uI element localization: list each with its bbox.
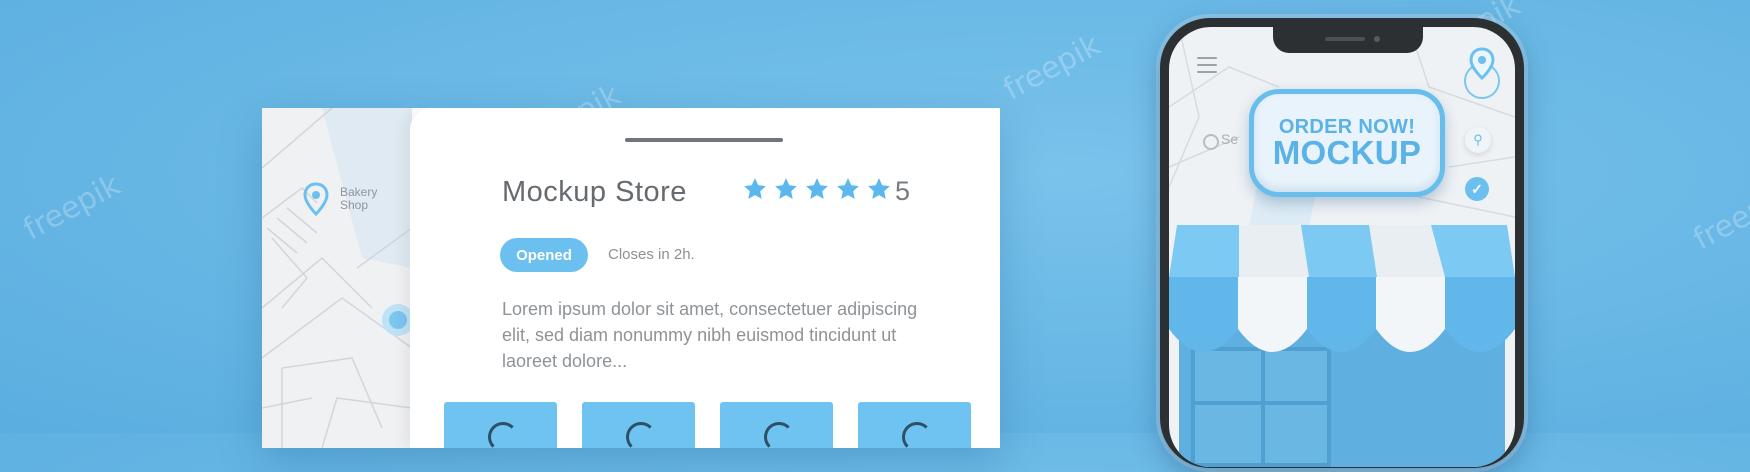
store-description: Lorem ipsum dolor sit amet, consectetuer…	[502, 299, 918, 371]
action-tile[interactable]	[858, 402, 971, 448]
store-details-panel: Mockup Store 5 Opened Closes in 2h. Lore…	[410, 108, 1000, 448]
star-icon	[744, 178, 766, 199]
tile-icon	[488, 422, 518, 448]
window-frame	[1261, 351, 1265, 463]
storefront-window	[1191, 347, 1331, 467]
watermark: freepik	[17, 167, 127, 248]
tile-icon	[626, 422, 656, 448]
rating-value: 5	[895, 176, 911, 206]
action-tile[interactable]	[444, 402, 557, 448]
star-icon	[806, 178, 828, 199]
star-icon	[775, 178, 797, 199]
hamburger-menu-icon[interactable]	[1197, 57, 1217, 75]
tile-icon	[764, 422, 794, 448]
closing-time-text: Closes in 2h.	[608, 246, 695, 263]
check-button[interactable]: ✓	[1465, 177, 1489, 201]
map-streets	[262, 108, 412, 448]
store-name: Mockup Store	[502, 176, 687, 208]
star-icon	[868, 178, 890, 199]
order-now-badge[interactable]: ORDER NOW! MOCKUP	[1249, 89, 1445, 197]
watermark: freepik	[997, 27, 1107, 108]
search-placeholder: Se	[1221, 131, 1239, 147]
location-pin-icon	[303, 182, 329, 216]
tile-icon	[902, 422, 932, 448]
search-button[interactable]: ⚲	[1465, 127, 1491, 153]
drag-handle[interactable]	[625, 138, 783, 142]
store-map[interactable]: Bakery Shop	[262, 108, 412, 448]
striped-awning	[1169, 225, 1515, 352]
action-tile[interactable]	[582, 402, 695, 448]
speaker	[1325, 37, 1365, 41]
store-card: Bakery Shop Mockup Store 5 Opened Closes…	[262, 108, 1000, 448]
status-badge: Opened	[500, 238, 588, 272]
badge-line2: MOCKUP	[1272, 134, 1422, 171]
phone-mockup: Se ⚲ ✓ ORDER NOW! MOCKUP	[1156, 14, 1528, 472]
camera	[1374, 36, 1380, 42]
action-tiles	[444, 402, 971, 448]
window-frame	[1195, 401, 1327, 405]
search-icon	[1203, 134, 1219, 150]
phone-screen: Se ⚲ ✓ ORDER NOW! MOCKUP	[1169, 27, 1515, 467]
phone-notch	[1273, 27, 1423, 53]
action-tile[interactable]	[720, 402, 833, 448]
search-icon: ⚲	[1473, 132, 1483, 147]
location-pin-icon[interactable]	[1461, 45, 1503, 101]
map-place-label: Bakery Shop	[340, 185, 378, 212]
check-icon: ✓	[1471, 180, 1483, 197]
star-icon	[837, 178, 859, 199]
rating-stars	[742, 176, 892, 202]
watermark: freepik	[1687, 177, 1750, 258]
